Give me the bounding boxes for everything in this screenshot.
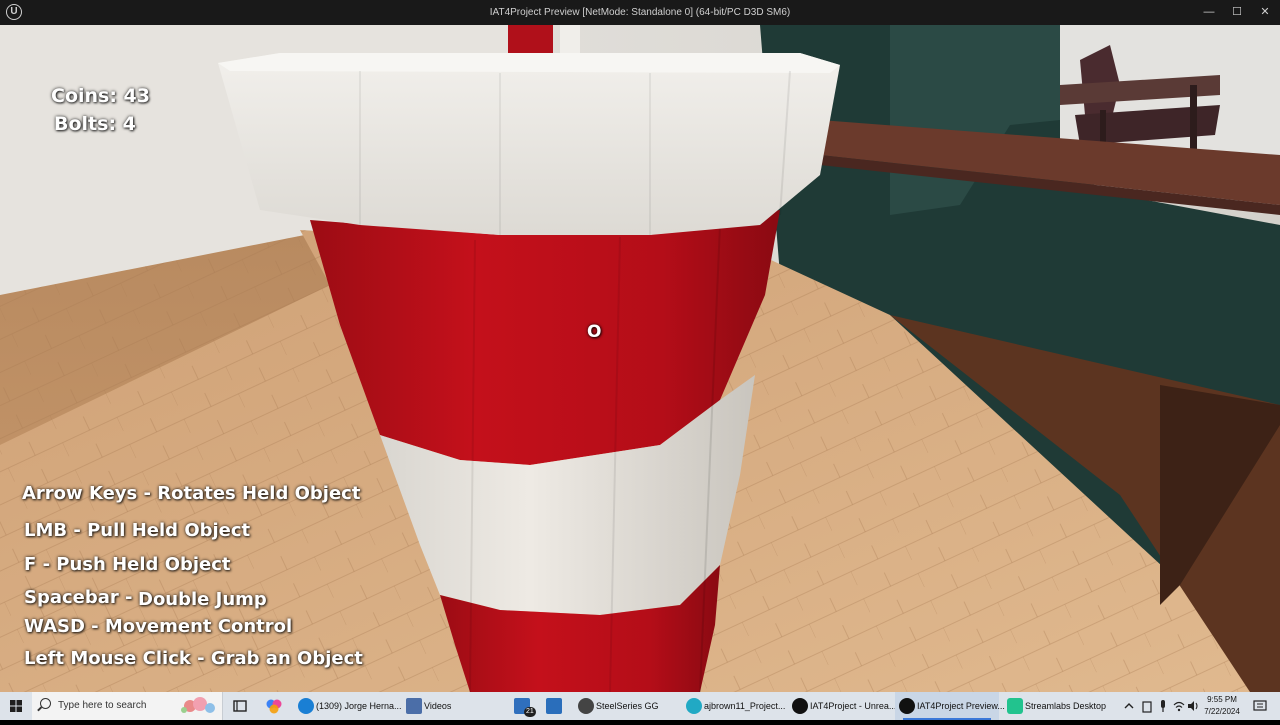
taskbar-app-label: Streamlabs Desktop	[1025, 701, 1107, 711]
control-hint-f: F - Push Held Object	[24, 554, 231, 575]
edge-icon	[298, 698, 314, 714]
taskbar-app-edge[interactable]: (1309) Jorge Herna...	[294, 692, 402, 720]
taskbar-app-streamlabs[interactable]: Streamlabs Desktop	[1003, 692, 1107, 720]
crosshair: O	[587, 322, 602, 342]
minimize-button[interactable]: —	[1194, 0, 1224, 25]
wifi-icon[interactable]	[1172, 697, 1186, 715]
task-view-icon[interactable]	[231, 697, 249, 715]
taskbar-app-unreal-editor[interactable]: IAT4Project - Unrea...	[788, 692, 896, 720]
taskbar-app-mail[interactable]: 21	[510, 692, 540, 720]
taskbar-app-steelseries[interactable]: SteelSeries GG	[574, 692, 678, 720]
notifications-icon[interactable]	[1252, 697, 1268, 715]
streamlabs-icon	[1007, 698, 1023, 714]
taskbar-app-label: (1309) Jorge Herna...	[316, 701, 402, 711]
control-hint-arrow-keys: Arrow Keys - Rotates Held Object	[22, 483, 361, 504]
search-icon	[40, 698, 51, 709]
store-icon	[546, 698, 562, 714]
clock-time: 9:55 PM	[1207, 695, 1237, 704]
control-hint-wasd: WASD - Movement Control	[24, 616, 293, 637]
unreal-icon	[792, 698, 808, 714]
taskbar-app-label: Videos	[424, 701, 452, 711]
window-title-bar: U IAT4Project Preview [NetMode: Standalo…	[0, 0, 1280, 25]
bolts-counter: Bolts: 4	[54, 113, 136, 135]
taskbar-app-label: SteelSeries GG	[596, 701, 659, 711]
taskbar-app-store[interactable]	[542, 692, 570, 720]
taskbar-app-label: ajbrown11_Project...	[704, 701, 786, 711]
search-highlight-illustration	[181, 697, 215, 713]
taskbar-search-box[interactable]: Type here to search	[32, 692, 223, 720]
chevron-up-icon[interactable]	[1122, 697, 1136, 715]
coins-counter: Coins: 43	[51, 85, 150, 107]
windows-taskbar: Type here to search (1309) Jorge Herna..…	[0, 692, 1280, 720]
battery-icon[interactable]	[1140, 697, 1154, 715]
window-title: IAT4Project Preview [NetMode: Standalone…	[489, 7, 791, 18]
control-hint-double-jump: Double Jump	[138, 589, 267, 610]
system-clock[interactable]: 9:55 PM 7/22/2024	[1198, 694, 1246, 718]
control-hint-lmb: LMB - Pull Held Object	[24, 520, 251, 541]
taskbar-app-unreal-preview[interactable]: IAT4Project Preview...	[895, 692, 1005, 720]
control-hint-left-click: Left Mouse Click - Grab an Object	[24, 648, 363, 669]
search-placeholder: Type here to search	[58, 700, 147, 711]
windows-logo-icon	[10, 700, 22, 712]
unreal-icon	[899, 698, 915, 714]
game-viewport[interactable]: Coins: 43 Bolts: 4 O Arrow Keys - Rotate…	[0, 25, 1280, 692]
taskbar-app-project[interactable]: ajbrown11_Project...	[682, 692, 786, 720]
taskbar-app-label: IAT4Project - Unrea...	[810, 701, 897, 711]
maximize-button[interactable]: ☐	[1222, 0, 1252, 25]
mail-badge: 21	[524, 707, 536, 717]
microphone-icon[interactable]	[1156, 697, 1170, 715]
folder-icon	[406, 698, 422, 714]
taskbar-app-label: IAT4Project Preview...	[917, 701, 1005, 711]
clock-date: 7/22/2024	[1204, 707, 1240, 716]
copilot-icon[interactable]	[265, 697, 283, 715]
taskbar-app-videos[interactable]: Videos	[402, 692, 502, 720]
close-button[interactable]: ✕	[1250, 0, 1280, 25]
steelseries-icon	[578, 698, 594, 714]
app-icon	[686, 698, 702, 714]
start-button[interactable]	[0, 692, 32, 720]
control-hint-spacebar: Spacebar -	[24, 587, 133, 608]
